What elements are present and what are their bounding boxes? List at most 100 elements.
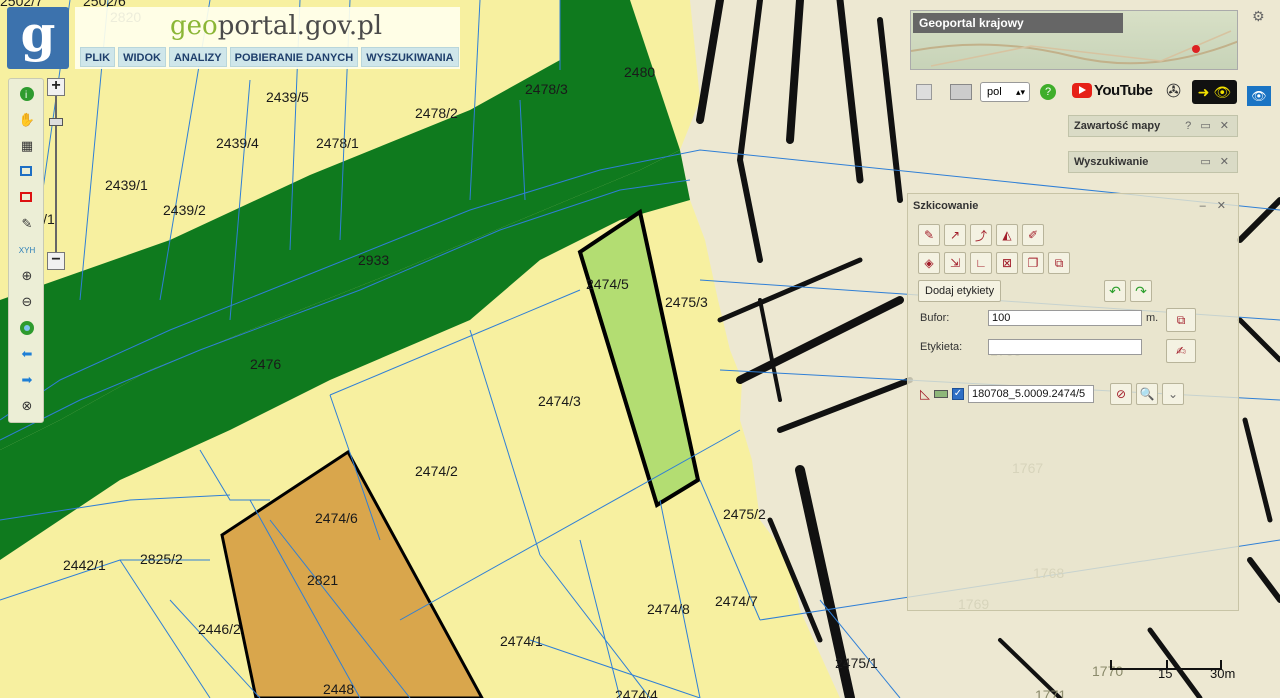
draw-freehand-icon[interactable]: ✐: [1022, 224, 1044, 246]
map-contents-panel[interactable]: Zawartość mapy ? ▭ ✕: [1068, 115, 1238, 137]
plot-2474-5: 2474/5: [586, 276, 629, 292]
redo-icon[interactable]: ↷: [1130, 280, 1152, 302]
pan-hand-icon[interactable]: ✋: [17, 110, 37, 130]
plot-2825-2: 2825/2: [140, 551, 183, 567]
draw-polygon-icon[interactable]: ◭: [996, 224, 1018, 246]
logo-letter: g: [20, 4, 56, 63]
draw-polyline-icon[interactable]: ⤴: [970, 224, 992, 246]
plot-2478-2: 2478/2: [415, 105, 458, 121]
add-labels-button[interactable]: Dodaj etykiety: [918, 280, 1002, 302]
brand-title-accent: geo: [170, 11, 218, 41]
contrast-eye-button[interactable]: ➜ 👁: [1192, 80, 1237, 104]
plot-2478-3: 2478/3: [525, 81, 568, 97]
zoom-minus-button[interactable]: −: [47, 252, 65, 270]
plot-2480: 2480: [624, 64, 655, 80]
plot-2439-1: 2439/1: [105, 177, 148, 193]
xyh-coordinates-icon[interactable]: XYH: [17, 240, 37, 260]
move-shape-icon[interactable]: ⇲: [944, 252, 966, 274]
language-value: pol: [987, 86, 1002, 98]
calendar-icon[interactable]: [916, 84, 932, 100]
back-arrow-icon[interactable]: ⬅: [17, 344, 37, 364]
plot-2442-1: 2442/1: [63, 557, 106, 573]
settings-gear-icon[interactable]: ⚙: [1252, 8, 1265, 25]
buffer-input[interactable]: 100: [988, 310, 1142, 326]
search-panel-title: Wyszukiwanie: [1074, 156, 1149, 168]
plot-2821: 2821: [307, 572, 338, 588]
panel-controls[interactable]: ? ▭ ✕: [1185, 116, 1232, 136]
buffer-unit: m.: [1146, 312, 1159, 324]
sketch-title: Szkicowanie: [913, 200, 979, 212]
plot-2474-6: 2474/6: [315, 510, 358, 526]
overview-map[interactable]: Geoportal krajowy: [910, 10, 1238, 70]
polygon-type-icon: ◺: [920, 386, 930, 401]
copy-shape-icon[interactable]: ❐: [1022, 252, 1044, 274]
brand-title-main: portal.gov.pl: [217, 11, 383, 41]
select-rectangle-icon[interactable]: [17, 162, 37, 182]
table-icon[interactable]: ▦: [17, 136, 37, 156]
zoom-plus-button[interactable]: +: [47, 78, 65, 96]
view-eye-icon[interactable]: 👁: [1247, 86, 1271, 106]
edit-shape-icon[interactable]: ◈: [918, 252, 940, 274]
youtube-label: YouTube: [1094, 82, 1153, 99]
wheelchair-accessibility-icon[interactable]: ✇: [1166, 81, 1181, 102]
print-icon[interactable]: [950, 84, 972, 100]
plot-2475-3: 2475/3: [665, 294, 708, 310]
sketch-draw-tools: ✎ ↗ ⤴ ◭ ✐: [918, 224, 1044, 246]
language-select[interactable]: pol ▴▾: [980, 82, 1030, 102]
select-delete-icon[interactable]: [17, 188, 37, 208]
layer-name[interactable]: 180708_5.0009.2474/5: [968, 385, 1094, 403]
plot-2474-3: 2474/3: [538, 393, 581, 409]
layer-color-icon[interactable]: [934, 390, 948, 398]
plot-2439-5: 2439/5: [266, 89, 309, 105]
brand-title: geoportal.gov.pl: [170, 11, 382, 41]
svg-text:i: i: [25, 90, 27, 101]
faint-1771: 1771: [1035, 687, 1066, 698]
sketch-panel-controls[interactable]: – ✕: [1200, 199, 1230, 212]
layer-visible-checkbox[interactable]: ✓: [952, 388, 964, 400]
zoom-slider[interactable]: + −: [47, 78, 67, 270]
undo-icon[interactable]: ↶: [1104, 280, 1126, 302]
layer-delete-icon[interactable]: ⊘: [1110, 383, 1132, 405]
scale-end-label: 30m: [1210, 666, 1236, 681]
pencil-icon[interactable]: ✎: [17, 214, 37, 234]
youtube-play-icon: [1072, 83, 1092, 98]
scale-mid-label: 15: [1158, 666, 1173, 681]
sketch-panel: Szkicowanie – ✕ ✎ ↗ ⤴ ◭ ✐ ◈ ⇲ ∟ ⊠ ❐ ⧉ Do…: [907, 193, 1239, 611]
delete-shape-icon[interactable]: ⊠: [996, 252, 1018, 274]
zoom-out-icon[interactable]: ⊖: [17, 292, 37, 312]
menu-analysis[interactable]: ANALIZY: [168, 47, 227, 67]
help-icon[interactable]: ?: [1040, 84, 1056, 100]
measure-icon[interactable]: ∟: [970, 252, 992, 274]
info-icon[interactable]: i: [17, 84, 37, 104]
menu-file[interactable]: PLIK: [80, 47, 116, 67]
draw-point-icon[interactable]: ✎: [918, 224, 940, 246]
plot-2446-2: 2446/2: [198, 621, 241, 637]
clear-icon[interactable]: ⊗: [17, 396, 37, 416]
plot-2474-7: 2474/7: [715, 593, 758, 609]
plot-2439-4: 2439/4: [216, 135, 259, 151]
globe-icon[interactable]: [17, 318, 37, 338]
search-panel[interactable]: Wyszukiwanie ▭ ✕: [1068, 151, 1238, 173]
panel-controls[interactable]: ▭ ✕: [1200, 152, 1232, 172]
utility-bar: pol ▴▾ ? YouTube ✇ ➜ 👁: [910, 80, 1240, 106]
menu-search[interactable]: WYSZUKIWANIA: [361, 47, 459, 67]
youtube-link[interactable]: YouTube: [1072, 82, 1153, 99]
plot-2474-2: 2474/2: [415, 463, 458, 479]
zoom-thumb[interactable]: [49, 118, 63, 126]
layer-expand-icon[interactable]: ⌄: [1162, 383, 1184, 405]
apply-buffer-button[interactable]: ⧉: [1166, 308, 1196, 332]
plot-2475-2: 2475/2: [723, 506, 766, 522]
menu-view[interactable]: WIDOK: [118, 47, 166, 67]
geoportal-logo[interactable]: g: [7, 7, 69, 69]
buffer-shape-icon[interactable]: ⧉: [1048, 252, 1070, 274]
zoom-in-icon[interactable]: ⊕: [17, 266, 37, 286]
apply-label-button[interactable]: ✍: [1166, 339, 1196, 363]
plot-2474-1: 2474/1: [500, 633, 543, 649]
plot-2474-8: 2474/8: [647, 601, 690, 617]
forward-arrow-icon[interactable]: ➡: [17, 370, 37, 390]
layer-zoom-icon[interactable]: 🔍: [1136, 383, 1158, 405]
label-input[interactable]: [988, 339, 1142, 355]
draw-line-icon[interactable]: ↗: [944, 224, 966, 246]
menu-download[interactable]: POBIERANIE DANYCH: [229, 47, 359, 67]
plot-2475-1: 2475/1: [835, 655, 878, 671]
